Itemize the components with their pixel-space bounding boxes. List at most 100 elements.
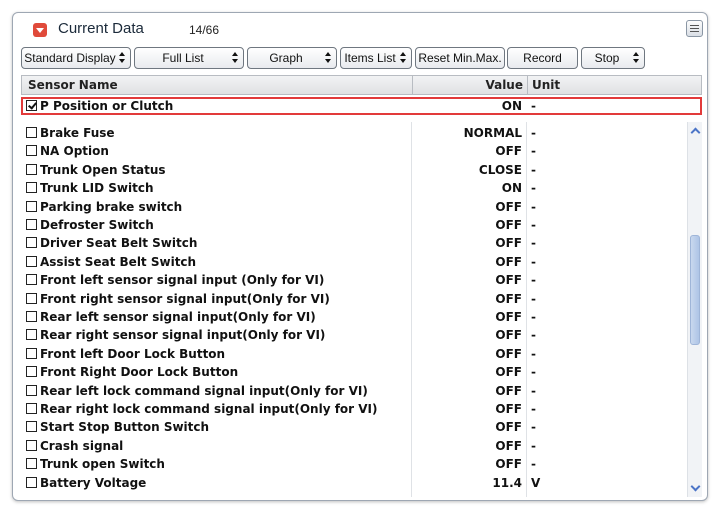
column-divider [527, 76, 528, 94]
sensor-value: ON [501, 181, 522, 196]
sensor-unit: - [531, 273, 536, 288]
sensor-row[interactable]: Defroster Switch OFF - [21, 216, 687, 234]
sensor-value: CLOSE [478, 162, 522, 177]
sensor-row[interactable]: Brake Fuse NORMAL - [21, 124, 687, 142]
sensor-unit: - [531, 291, 536, 306]
sensor-value: OFF [495, 273, 522, 288]
sensor-row[interactable]: Parking brake switch OFF - [21, 198, 687, 216]
graph-select[interactable]: Graph [247, 47, 337, 69]
row-checkbox[interactable] [26, 163, 37, 175]
sensor-unit: - [531, 346, 536, 361]
row-checkbox[interactable] [26, 100, 37, 111]
pinned-row[interactable]: P Position or Clutch ON - [21, 97, 702, 115]
row-checkbox[interactable] [26, 145, 37, 157]
row-checkbox[interactable] [26, 219, 37, 230]
column-unit[interactable]: Unit [532, 78, 560, 92]
row-checkbox[interactable] [26, 476, 37, 488]
sensor-value: OFF [495, 365, 522, 380]
sensor-row[interactable]: Rear right lock command signal input(Onl… [21, 400, 687, 418]
sensor-unit: - [531, 162, 536, 177]
sensor-value: OFF [495, 291, 522, 306]
row-checkbox[interactable] [26, 347, 37, 359]
row-checkbox[interactable] [26, 292, 37, 304]
sensor-name: Parking brake switch [40, 199, 183, 214]
sensor-row[interactable]: Trunk LID Switch ON - [21, 179, 687, 197]
menu-icon[interactable] [686, 20, 703, 37]
full-list-select[interactable]: Full List [134, 47, 244, 69]
sensor-unit: - [531, 310, 536, 324]
scroll-up-icon[interactable] [690, 125, 701, 136]
toolbar: Standard Display Full List Graph Items L… [13, 47, 707, 73]
row-checkbox[interactable] [26, 274, 37, 286]
sensor-name: Battery Voltage [40, 475, 147, 490]
sensor-row[interactable]: NA Option OFF - [21, 142, 687, 160]
sensor-unit: - [531, 126, 536, 140]
scroll-down-icon[interactable] [690, 483, 701, 494]
sensor-row[interactable]: Rear right sensor signal input(Only for … [21, 326, 687, 344]
record-label: Record [523, 51, 562, 65]
sensor-value: OFF [495, 199, 522, 214]
record-button[interactable]: Record [507, 47, 578, 69]
sensor-row[interactable]: Rear left sensor signal input(Only for V… [21, 308, 687, 326]
collapse-icon[interactable] [33, 23, 47, 37]
standard-display-select[interactable]: Standard Display [21, 47, 131, 69]
items-list-select[interactable]: Items List [340, 47, 412, 69]
column-sensor-name[interactable]: Sensor Name [28, 78, 118, 92]
sensor-row[interactable]: Front right sensor signal input(Only for… [21, 290, 687, 308]
sensor-name: Brake Fuse [40, 126, 115, 140]
sensor-name: Trunk LID Switch [40, 181, 154, 196]
full-list-label: Full List [162, 51, 204, 65]
sensor-name: Start Stop Button Switch [40, 420, 210, 435]
sensor-row[interactable]: Front left sensor signal input (Only for… [21, 271, 687, 289]
sensor-row[interactable]: Rear left lock command signal input(Only… [21, 382, 687, 400]
scrollbar-thumb[interactable] [690, 235, 700, 345]
sensor-unit: - [531, 402, 536, 416]
sensor-unit: - [531, 254, 536, 269]
sensor-row[interactable]: Crash signal OFF - [21, 437, 687, 455]
sensor-unit: - [531, 365, 536, 380]
sensor-name: Front left sensor signal input (Only for… [40, 273, 325, 288]
sensor-value: OFF [495, 144, 522, 159]
sensor-row[interactable]: Start Stop Button Switch OFF - [21, 418, 687, 436]
sensor-name: Front left Door Lock Button [40, 346, 226, 361]
select-arrows-icon [325, 52, 332, 64]
select-arrows-icon [232, 52, 239, 64]
sensor-row[interactable]: Driver Seat Belt Switch OFF - [21, 234, 687, 252]
sensor-value: OFF [495, 218, 522, 232]
row-checkbox[interactable] [26, 329, 37, 341]
vertical-scrollbar[interactable] [687, 122, 702, 497]
sensor-row[interactable]: Trunk open Switch OFF - [21, 455, 687, 473]
sensor-value: NORMAL [463, 126, 522, 140]
panel-title: Current Data [58, 20, 144, 37]
row-checkbox[interactable] [26, 237, 37, 249]
sensor-name: Rear right sensor signal input(Only for … [40, 328, 326, 343]
row-checkbox[interactable] [26, 439, 37, 451]
sensor-unit: - [531, 383, 536, 398]
column-value[interactable]: Value [412, 78, 523, 92]
stop-select[interactable]: Stop [581, 47, 645, 69]
stop-label: Stop [594, 51, 620, 65]
row-checkbox[interactable] [26, 182, 37, 194]
sensor-row[interactable]: Front left Door Lock Button OFF - [21, 345, 687, 363]
sensor-row[interactable]: Battery Voltage 11.4 V [21, 474, 687, 492]
row-checkbox[interactable] [26, 458, 37, 470]
item-counter: 14/66 [189, 23, 220, 37]
row-checkbox[interactable] [26, 255, 37, 267]
row-checkbox[interactable] [26, 421, 37, 433]
sensor-value: OFF [495, 254, 522, 269]
row-checkbox[interactable] [26, 311, 37, 322]
sensor-unit: - [531, 199, 536, 214]
sensor-unit: - [531, 144, 536, 159]
sensor-row[interactable]: Assist Seat Belt Switch OFF - [21, 253, 687, 271]
row-checkbox[interactable] [26, 384, 37, 396]
row-checkbox[interactable] [26, 127, 37, 138]
row-checkbox[interactable] [26, 366, 37, 378]
row-checkbox[interactable] [26, 200, 37, 212]
sensor-list[interactable]: Brake Fuse NORMAL - NA Option OFF - Trunk Open… [21, 122, 702, 497]
row-checkbox[interactable] [26, 403, 37, 414]
reset-min-max-button[interactable]: Reset Min.Max. [415, 47, 505, 69]
sensor-row[interactable]: Front Right Door Lock Button OFF - [21, 363, 687, 381]
sensor-row[interactable]: Trunk Open Status CLOSE - [21, 161, 687, 179]
sensor-unit: - [531, 420, 536, 435]
sensor-value: OFF [495, 310, 522, 324]
